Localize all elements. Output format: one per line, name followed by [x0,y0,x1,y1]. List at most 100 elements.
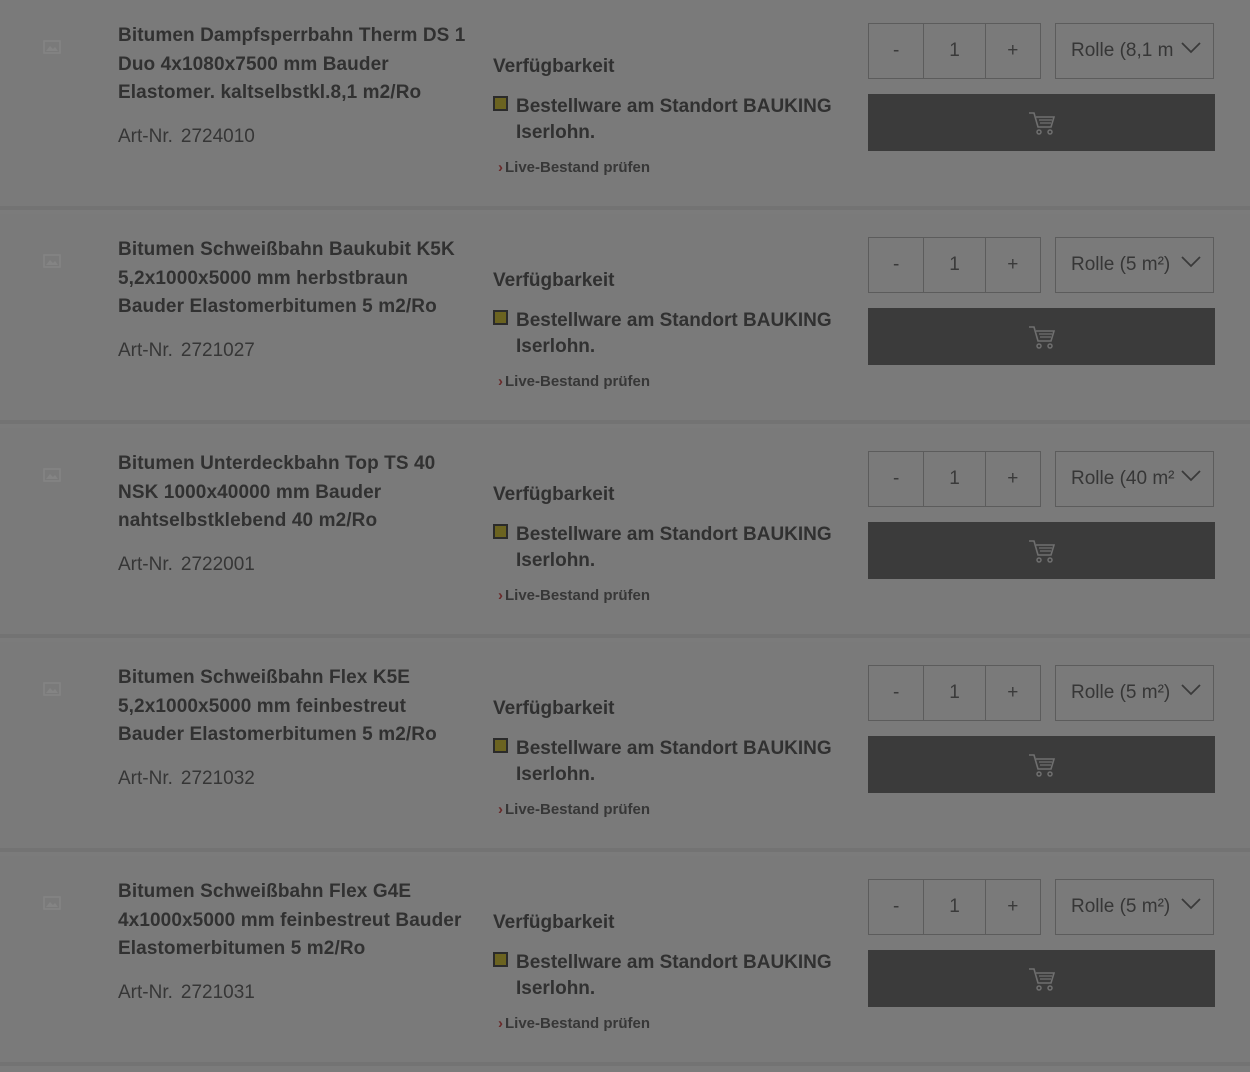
unit-select[interactable]: Rolle (5 m²) [1055,665,1214,721]
live-stock-link[interactable]: › Live-Bestand prüfen [498,801,650,818]
unit-select-value: Rolle (5 m²) [1071,254,1171,275]
article-number: Art-Nr. 2721032 [118,768,255,790]
product-list: Bitumen Dampfsperrbahn Therm DS 1 Duo 4x… [0,0,1250,1072]
chevron-right-icon: › [498,801,503,818]
decrease-quantity-button[interactable]: - [869,666,923,720]
quantity-stepper: - 1 + [868,23,1041,79]
cart-icon [1028,539,1055,563]
product-title[interactable]: Bitumen Schweißbahn Flex K5E 5,2x1000x50… [118,664,468,750]
cart-icon [1028,753,1055,777]
live-stock-link[interactable]: › Live-Bestand prüfen [498,587,650,604]
live-stock-link[interactable]: › Live-Bestand prüfen [498,159,650,176]
unit-select[interactable]: Rolle (40 m² [1055,451,1214,507]
availability-heading: Verfügbarkeit [493,56,615,77]
quantity-stepper: - 1 + [868,237,1041,293]
unit-select[interactable]: Rolle (5 m²) [1055,879,1214,935]
unit-select-value: Rolle (40 m² [1071,468,1175,489]
add-to-cart-button[interactable] [868,308,1215,365]
product-title[interactable]: Bitumen Schweißbahn Flex G4E 4x1000x5000… [118,878,468,964]
article-number: Art-Nr. 2724010 [118,126,255,148]
availability-text: Bestellware am Standort BAUKING Iserlohn… [516,738,832,785]
increase-quantity-button[interactable]: + [986,24,1040,78]
add-to-cart-button[interactable] [868,736,1215,793]
article-number-label: Art-Nr. [118,340,173,361]
availability-heading: Verfügbarkeit [493,698,615,719]
quantity-stepper: - 1 + [868,451,1041,507]
chevron-down-icon [1181,684,1201,696]
quantity-input[interactable]: 1 [923,24,986,78]
unit-select-value: Rolle (8,1 m [1071,40,1174,61]
availability-status-icon [493,952,508,967]
image-placeholder-icon [43,896,61,910]
article-number-value: 2722001 [180,554,255,575]
product-title[interactable]: Bitumen Schweißbahn Baukubit K5K 5,2x100… [118,236,468,322]
quantity-stepper: - 1 + [868,665,1041,721]
availability-text: Bestellware am Standort BAUKING Iserlohn… [516,96,832,143]
live-stock-label: Live-Bestand prüfen [505,159,651,176]
availability-heading: Verfügbarkeit [493,484,615,505]
availability-heading: Verfügbarkeit [493,270,615,291]
availability-status-icon [493,96,508,111]
article-number-value: 2721027 [180,340,255,361]
live-stock-label: Live-Bestand prüfen [505,373,651,390]
availability-status-icon [493,738,508,753]
decrease-quantity-button[interactable]: - [869,452,923,506]
add-to-cart-button[interactable] [868,94,1215,151]
availability-text: Bestellware am Standort BAUKING Iserlohn… [516,524,832,571]
quantity-stepper: - 1 + [868,879,1041,935]
article-number-value: 2721032 [180,768,255,789]
availability-status-icon [493,524,508,539]
quantity-input[interactable]: 1 [923,452,986,506]
availability-heading: Verfügbarkeit [493,912,615,933]
quantity-input[interactable]: 1 [923,880,986,934]
product-row: Bitumen Schweißbahn Baukubit K5K 5,2x100… [0,214,1250,424]
article-number-label: Art-Nr. [118,554,173,575]
unit-select[interactable]: Rolle (5 m²) [1055,237,1214,293]
availability-status-icon [493,310,508,325]
unit-select-value: Rolle (5 m²) [1071,682,1171,703]
chevron-down-icon [1181,256,1201,268]
product-row: Bitumen Unterdeckbahn Top TS 40 NSK 1000… [0,428,1250,638]
article-number-label: Art-Nr. [118,768,173,789]
live-stock-label: Live-Bestand prüfen [505,587,651,604]
live-stock-link[interactable]: › Live-Bestand prüfen [498,373,650,390]
unit-select-value: Rolle (5 m²) [1071,896,1171,917]
quantity-input[interactable]: 1 [923,666,986,720]
product-title[interactable]: Bitumen Unterdeckbahn Top TS 40 NSK 1000… [118,450,468,536]
product-title[interactable]: Bitumen Dampfsperrbahn Therm DS 1 Duo 4x… [118,22,468,108]
quantity-input[interactable]: 1 [923,238,986,292]
availability-text: Bestellware am Standort BAUKING Iserlohn… [516,952,832,999]
chevron-right-icon: › [498,587,503,604]
article-number-value: 2724010 [180,126,255,147]
increase-quantity-button[interactable]: + [986,238,1040,292]
chevron-down-icon [1181,42,1201,54]
live-stock-label: Live-Bestand prüfen [505,1015,651,1032]
article-number-value: 2721031 [180,982,255,1003]
decrease-quantity-button[interactable]: - [869,238,923,292]
article-number-label: Art-Nr. [118,126,173,147]
live-stock-label: Live-Bestand prüfen [505,801,651,818]
decrease-quantity-button[interactable]: - [869,880,923,934]
article-number: Art-Nr. 2721031 [118,982,255,1004]
chevron-right-icon: › [498,1015,503,1032]
cart-icon [1028,111,1055,135]
live-stock-link[interactable]: › Live-Bestand prüfen [498,1015,650,1032]
product-row: Bitumen Schweißbahn Flex G4E 4x1000x5000… [0,856,1250,1066]
increase-quantity-button[interactable]: + [986,666,1040,720]
chevron-right-icon: › [498,373,503,390]
chevron-down-icon [1181,470,1201,482]
article-number-label: Art-Nr. [118,982,173,1003]
article-number: Art-Nr. 2721027 [118,340,255,362]
add-to-cart-button[interactable] [868,522,1215,579]
increase-quantity-button[interactable]: + [986,880,1040,934]
article-number: Art-Nr. 2722001 [118,554,255,576]
chevron-right-icon: › [498,159,503,176]
add-to-cart-button[interactable] [868,950,1215,1007]
image-placeholder-icon [43,254,61,268]
increase-quantity-button[interactable]: + [986,452,1040,506]
cart-icon [1028,325,1055,349]
cart-icon [1028,967,1055,991]
decrease-quantity-button[interactable]: - [869,24,923,78]
unit-select[interactable]: Rolle (8,1 m [1055,23,1214,79]
chevron-down-icon [1181,898,1201,910]
